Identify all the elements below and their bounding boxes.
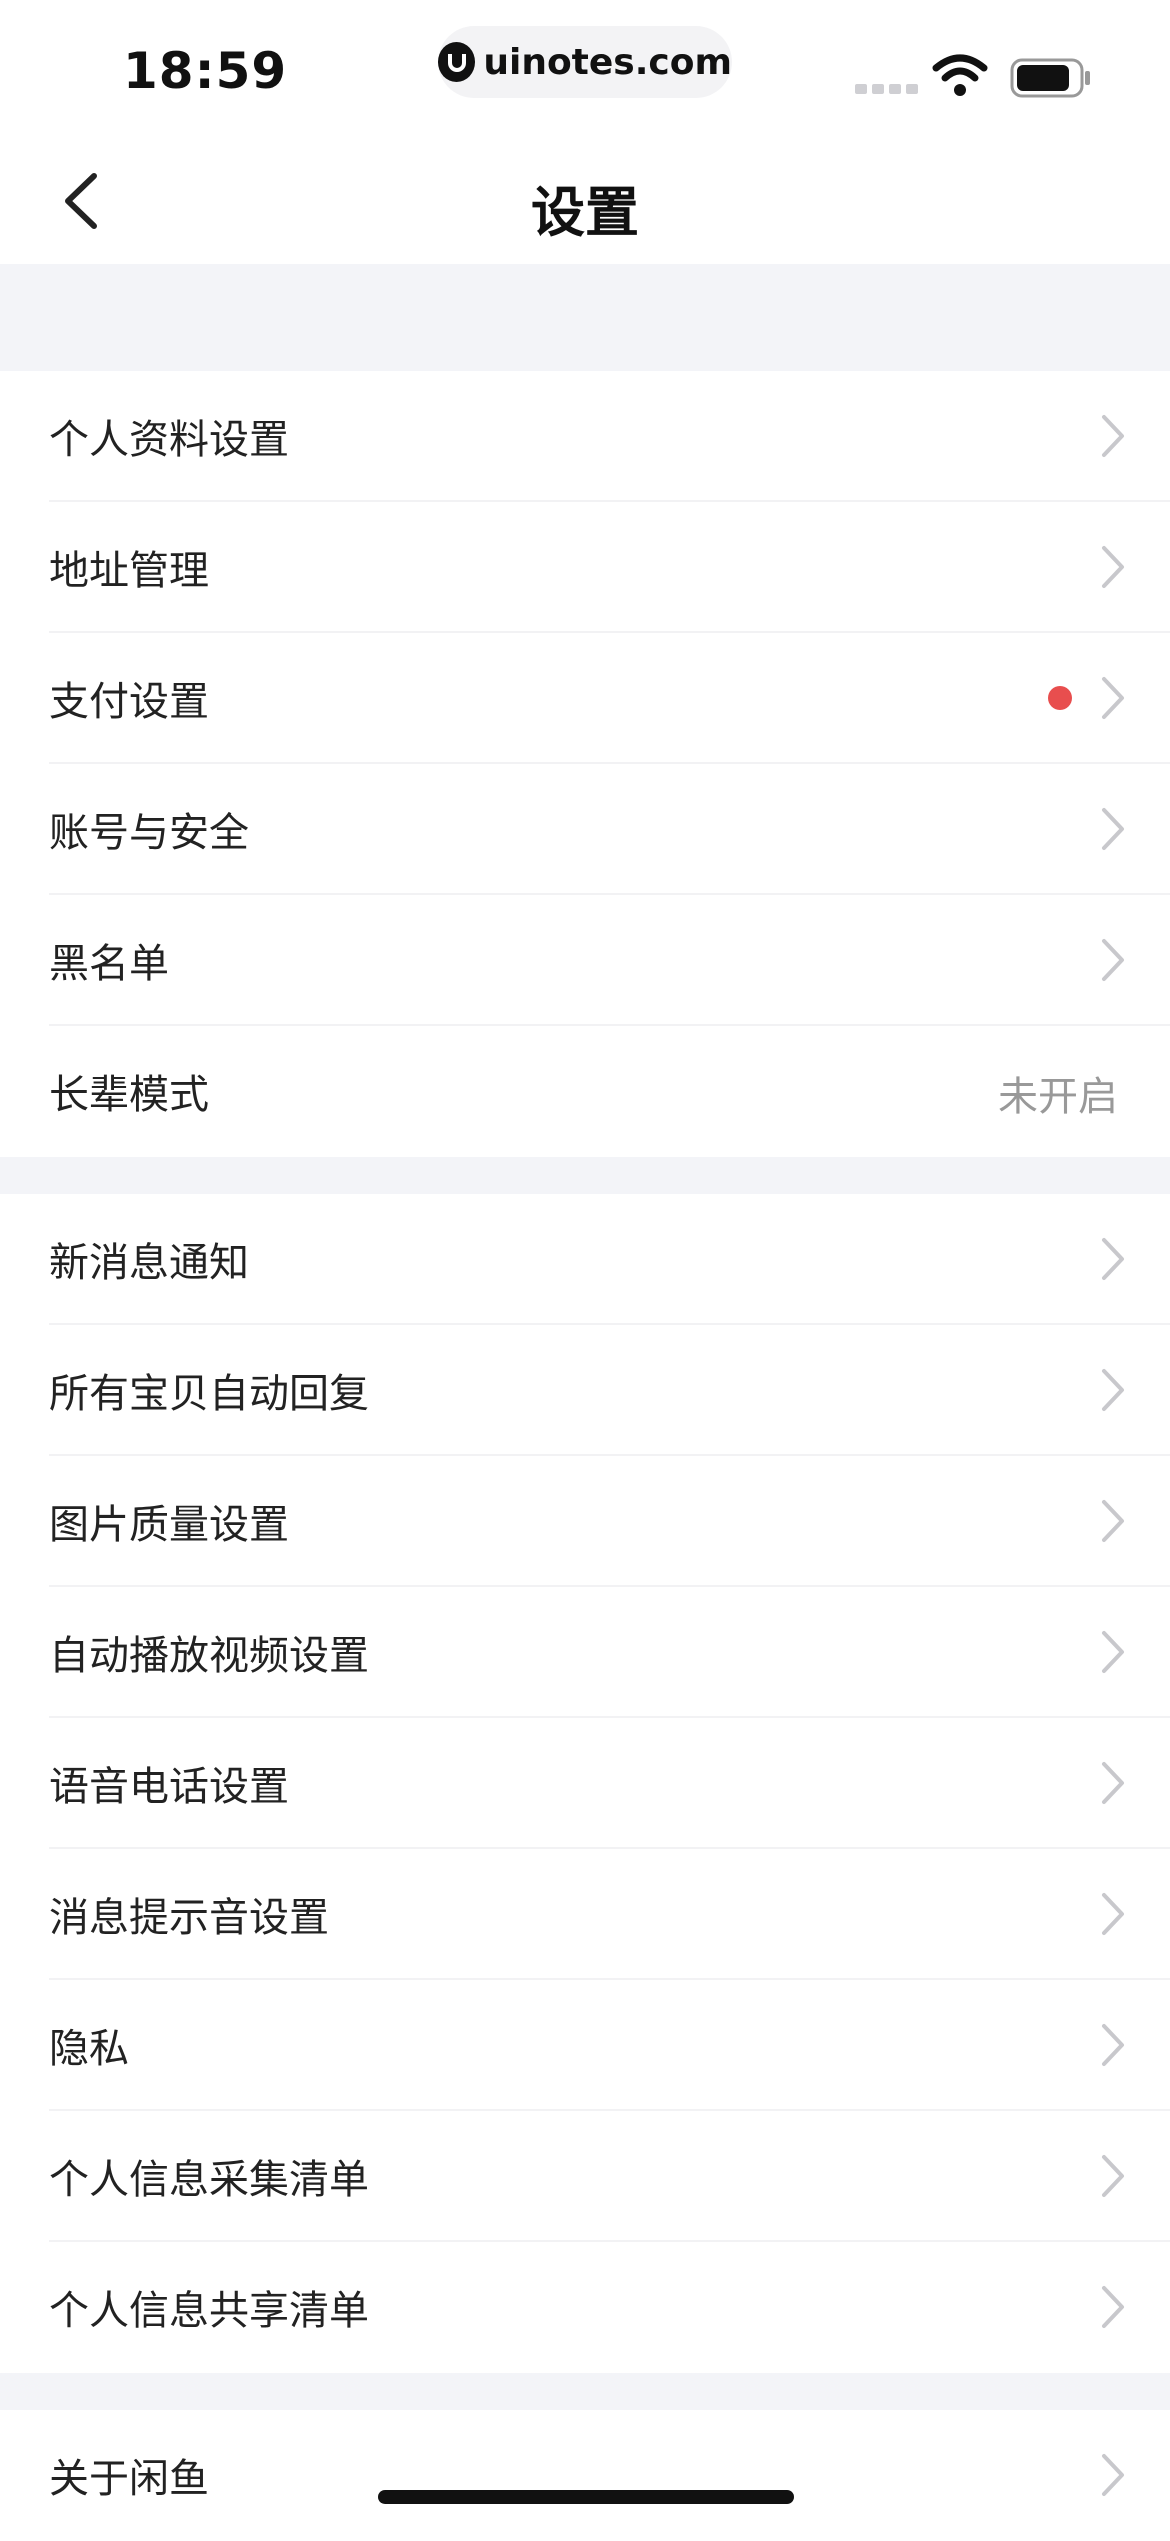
settings-item-blacklist[interactable]: 黑名单 — [0, 895, 1170, 1026]
nav-bar: 设置 — [0, 140, 1170, 264]
settings-item-message-sound[interactable]: 消息提示音设置 — [0, 1849, 1170, 1980]
settings-item-label: 图片质量设置 — [49, 1502, 289, 1548]
wifi-icon — [932, 54, 988, 96]
settings-item-account-security[interactable]: 账号与安全 — [0, 764, 1170, 895]
settings-item-payment[interactable]: 支付设置 — [0, 633, 1170, 764]
settings-item-label: 黑名单 — [49, 941, 169, 987]
settings-item-label: 个人信息共享清单 — [49, 2288, 369, 2334]
chevron-right-icon — [1102, 2155, 1124, 2197]
chevron-right-icon — [1102, 677, 1124, 719]
page-title: 设置 — [531, 181, 639, 244]
settings-item-label: 支付设置 — [49, 679, 209, 725]
settings-item-label: 关于闲鱼 — [49, 2456, 209, 2502]
settings-item-label: 账号与安全 — [49, 810, 249, 856]
home-indicator[interactable] — [378, 2490, 794, 2504]
cellular-signal-icon — [855, 84, 918, 94]
chevron-right-icon — [1102, 1500, 1124, 1542]
chevron-right-icon — [1102, 1631, 1124, 1673]
settings-item-label: 语音电话设置 — [49, 1764, 289, 1810]
settings-item-address[interactable]: 地址管理 — [0, 502, 1170, 633]
battery-icon — [1010, 58, 1090, 98]
status-bar: 18:59 uinotes.com — [0, 0, 1170, 140]
settings-item-label: 自动播放视频设置 — [49, 1633, 369, 1679]
settings-item-image-quality[interactable]: 图片质量设置 — [0, 1456, 1170, 1587]
settings-item-new-message-notify[interactable]: 新消息通知 — [0, 1194, 1170, 1325]
chevron-right-icon — [1102, 415, 1124, 457]
elder-mode-status: 未开启 — [998, 1074, 1118, 1120]
section-gap — [0, 2373, 1170, 2410]
settings-item-info-sharing[interactable]: 个人信息共享清单 — [0, 2242, 1170, 2373]
section-gap — [0, 1157, 1170, 1194]
settings-item-label: 长辈模式 — [49, 1072, 209, 1118]
settings-item-elder-mode[interactable]: 长辈模式 未开启 — [0, 1026, 1170, 1157]
settings-item-label: 个人信息采集清单 — [49, 2157, 369, 2203]
status-time: 18:59 — [123, 42, 288, 100]
chevron-right-icon — [1102, 939, 1124, 981]
settings-item-label: 消息提示音设置 — [49, 1895, 329, 1941]
settings-item-label: 隐私 — [49, 2026, 129, 2072]
settings-item-about[interactable]: 关于闲鱼 — [0, 2410, 1170, 2541]
settings-item-profile[interactable]: 个人资料设置 — [0, 371, 1170, 502]
settings-item-label: 地址管理 — [49, 548, 209, 594]
chevron-right-icon — [1102, 1369, 1124, 1411]
chevron-right-icon — [1102, 2286, 1124, 2328]
settings-item-autoplay-video[interactable]: 自动播放视频设置 — [0, 1587, 1170, 1718]
chevron-right-icon — [1102, 2024, 1124, 2066]
chevron-right-icon — [1102, 546, 1124, 588]
chevron-right-icon — [1102, 1893, 1124, 1935]
section-gap — [0, 264, 1170, 371]
uinotes-logo-icon — [438, 42, 476, 82]
chevron-right-icon — [1102, 1762, 1124, 1804]
settings-item-auto-reply[interactable]: 所有宝贝自动回复 — [0, 1325, 1170, 1456]
settings-item-label: 新消息通知 — [49, 1240, 249, 1286]
chevron-right-icon — [1102, 2454, 1124, 2496]
settings-item-label: 所有宝贝自动回复 — [49, 1371, 369, 1417]
chevron-right-icon — [1102, 808, 1124, 850]
settings-item-privacy[interactable]: 隐私 — [0, 1980, 1170, 2111]
chevron-right-icon — [1102, 1238, 1124, 1280]
url-text: uinotes.com — [483, 41, 732, 83]
red-dot-badge — [1048, 686, 1072, 710]
settings-item-info-collection[interactable]: 个人信息采集清单 — [0, 2111, 1170, 2242]
url-pill[interactable]: uinotes.com — [438, 26, 732, 98]
settings-item-voice-call[interactable]: 语音电话设置 — [0, 1718, 1170, 1849]
settings-item-label: 个人资料设置 — [49, 417, 289, 463]
